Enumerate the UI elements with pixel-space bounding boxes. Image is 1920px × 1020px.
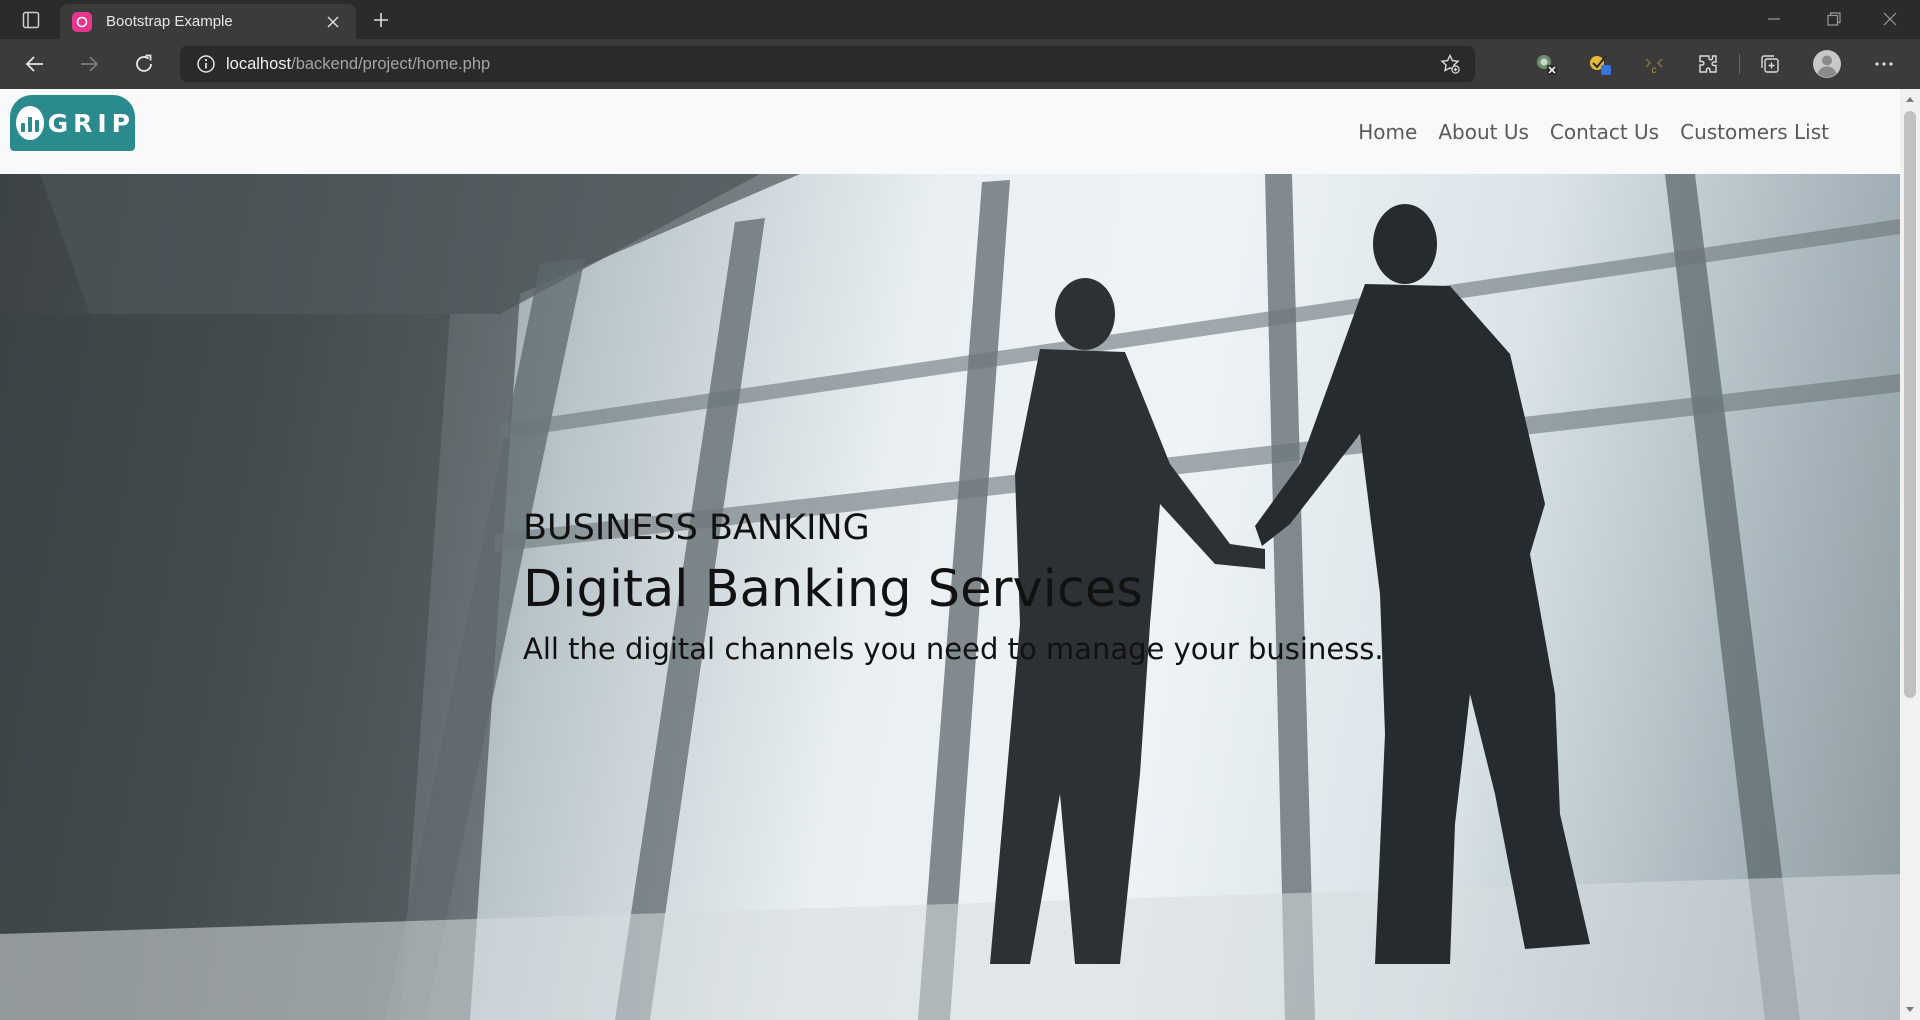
color-picker-extension-icon[interactable] <box>1582 47 1618 81</box>
nav-about-us[interactable]: About Us <box>1438 120 1529 144</box>
url-host: localhost <box>226 54 292 73</box>
scroll-up-icon[interactable] <box>1900 91 1920 107</box>
page-scrollbar[interactable] <box>1900 89 1920 1020</box>
page-viewport: GRIP Home About Us Contact Us Customers … <box>0 89 1920 1020</box>
toolbar-divider <box>1739 54 1740 74</box>
nav-contact-us[interactable]: Contact Us <box>1550 120 1659 144</box>
forward-icon[interactable] <box>71 47 107 81</box>
profile-avatar-icon[interactable] <box>1809 47 1845 81</box>
scroll-thumb[interactable] <box>1904 111 1916 698</box>
hero-banner: BUSINESS BANKING Digital Banking Service… <box>0 174 1900 1020</box>
logo-chart-icon <box>16 106 44 140</box>
browser-tab-active[interactable]: Bootstrap Example <box>60 4 356 39</box>
refresh-icon[interactable] <box>126 47 162 81</box>
nav-home[interactable]: Home <box>1358 120 1417 144</box>
collections-icon[interactable] <box>1752 47 1788 81</box>
svg-text:c: c <box>1652 65 1657 76</box>
close-window-icon[interactable] <box>1868 4 1912 34</box>
address-bar[interactable]: localhost/backend/project/home.php <box>180 46 1475 82</box>
hero-kicker: BUSINESS BANKING <box>523 508 870 548</box>
nav-links: Home About Us Contact Us Customers List <box>1358 120 1829 144</box>
tab-title: Bootstrap Example <box>106 13 233 30</box>
scroll-down-icon[interactable] <box>1900 1002 1920 1018</box>
site-info-icon[interactable] <box>190 49 222 79</box>
tab-favicon-icon <box>72 11 92 32</box>
url-path: /backend/project/home.php <box>291 54 491 73</box>
logo-text: GRIP <box>47 108 135 138</box>
add-favorite-icon[interactable] <box>1435 49 1465 79</box>
minimize-icon[interactable] <box>1752 4 1796 34</box>
tab-actions-icon[interactable] <box>14 8 48 32</box>
grip-logo[interactable]: GRIP <box>10 95 135 151</box>
back-icon[interactable] <box>17 47 53 81</box>
hero-subtitle: All the digital channels you need to man… <box>523 632 1384 666</box>
browser-tab-bar: Bootstrap Example <box>0 0 1920 39</box>
more-menu-icon[interactable] <box>1866 47 1902 81</box>
excel-extension-icon[interactable] <box>1528 47 1564 81</box>
close-tab-icon[interactable] <box>320 9 346 35</box>
hero-title: Digital Banking Services <box>523 560 1143 619</box>
code-extension-icon[interactable]: c <box>1636 47 1672 81</box>
new-tab-icon[interactable] <box>366 6 396 34</box>
site-navbar: GRIP Home About Us Contact Us Customers … <box>0 89 1900 174</box>
extensions-icon[interactable] <box>1690 47 1726 81</box>
restore-icon[interactable] <box>1812 4 1856 34</box>
nav-customers-list[interactable]: Customers List <box>1680 120 1829 144</box>
browser-toolbar: localhost/backend/project/home.php c <box>0 39 1920 89</box>
